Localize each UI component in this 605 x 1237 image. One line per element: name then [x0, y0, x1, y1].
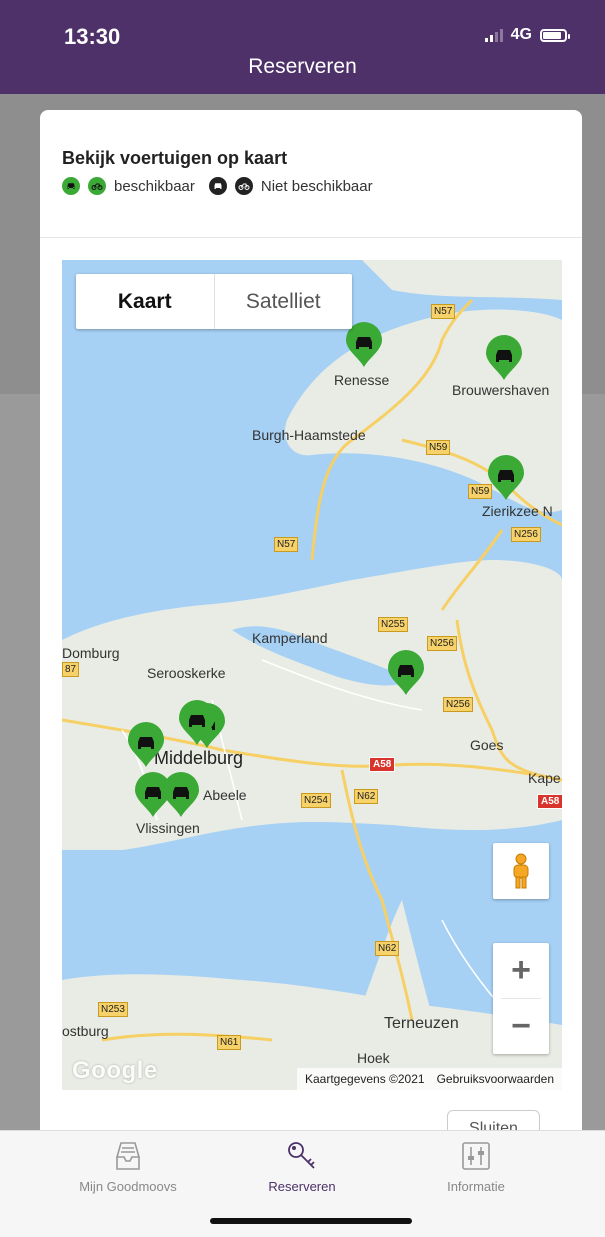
place-label: Goes — [470, 737, 504, 753]
tab-label: Mijn Goodmoovs — [79, 1179, 177, 1194]
map-attribution: Kaartgegevens ©2021 Gebruiksvoorwaarden — [296, 1068, 562, 1090]
road-shield: N256 — [443, 697, 473, 712]
vehicle-map[interactable]: Renesse Brouwershaven Burgh-Haamstede Zi… — [62, 260, 562, 1090]
modal-title: Bekijk voertuigen op kaart — [62, 148, 288, 168]
legend-available-label: beschikbaar — [114, 177, 195, 195]
place-label: Burgh-Haamstede — [252, 427, 366, 443]
zoom-in-button[interactable]: + — [493, 943, 549, 998]
inbox-icon — [115, 1142, 141, 1170]
vehicle-pin-car[interactable] — [487, 455, 525, 501]
place-label: ostburg — [62, 1023, 109, 1039]
place-label: Serooskerke — [147, 665, 226, 681]
road-shield: N62 — [354, 789, 379, 804]
road-shield: A58 — [369, 757, 396, 772]
place-label: Vlissingen — [136, 820, 200, 836]
road-shield: 87 — [62, 662, 80, 677]
road-shield: N62 — [375, 941, 400, 956]
map-modal: Bekijk voertuigen op kaart beschikbaar N… — [40, 110, 582, 1130]
legend: beschikbaar Niet beschikbaar — [62, 177, 379, 195]
road-shield: N61 — [217, 1035, 242, 1050]
place-label: Zierikzee N — [482, 503, 553, 519]
top-bar: 13:30 4G Reserveren — [0, 0, 605, 94]
battery-icon — [540, 28, 570, 42]
tab-label: Informatie — [447, 1179, 505, 1194]
place-label: Middelburg — [154, 748, 244, 768]
tab-label: Reserveren — [268, 1179, 336, 1194]
zoom-out-button[interactable]: − — [493, 999, 549, 1054]
road-shield: N57 — [431, 304, 456, 319]
road-shield: N256 — [427, 636, 457, 651]
map-type-satellite-button[interactable]: Satelliet — [213, 274, 353, 329]
road-shield: N59 — [426, 440, 451, 455]
place-label: Kamperland — [252, 630, 328, 646]
page-title: Reserveren — [248, 55, 357, 78]
google-logo: Google — [72, 1057, 158, 1084]
vehicle-pin-car[interactable] — [127, 722, 165, 768]
place-label: Brouwershaven — [452, 382, 550, 398]
car-available-icon — [62, 177, 80, 195]
sliders-icon — [462, 1142, 490, 1170]
bike-unavailable-icon — [234, 177, 253, 195]
place-label: Hoek — [357, 1050, 390, 1066]
tab-reserveren[interactable]: Reserveren — [222, 1141, 382, 1194]
car-unavailable-icon — [208, 177, 227, 195]
pegman-icon — [513, 853, 529, 889]
place-label: Terneuzen — [384, 1015, 459, 1032]
map-type-map-button[interactable]: Kaart — [76, 274, 214, 329]
bike-available-icon — [88, 177, 106, 195]
tab-informatie[interactable]: Informatie — [396, 1141, 556, 1194]
modal-header: Bekijk voertuigen op kaart beschikbaar N… — [40, 110, 582, 238]
zoom-control: + − — [493, 943, 549, 1054]
map-type-toggle: Kaart Satelliet — [76, 274, 352, 329]
road-shield: N255 — [378, 617, 408, 632]
home-indicator — [210, 1218, 412, 1224]
road-shield: N256 — [511, 527, 541, 542]
place-label: Renesse — [334, 372, 390, 388]
legend-unavailable-label: Niet beschikbaar — [260, 177, 373, 195]
signal-icon — [484, 28, 503, 42]
tab-mijn-goodmoovs[interactable]: Mijn Goodmoovs — [48, 1141, 208, 1194]
road-shield: N57 — [274, 537, 299, 552]
terms-link[interactable]: Gebruiksvoorwaarden — [437, 1072, 554, 1086]
road-shield: N254 — [301, 793, 331, 808]
key-icon — [288, 1142, 315, 1169]
status-indicators: 4G — [484, 26, 570, 44]
vehicle-pin-car[interactable] — [387, 650, 425, 696]
attribution-text: Kaartgegevens ©2021 — [304, 1072, 425, 1086]
vehicle-pin-car[interactable] — [178, 700, 216, 746]
road-shield: N253 — [98, 1002, 128, 1017]
network-label: 4G — [510, 26, 532, 43]
vehicle-pin-car[interactable] — [162, 772, 200, 818]
vehicle-pin-car[interactable] — [485, 335, 523, 381]
place-label: Abeele — [203, 787, 247, 803]
close-button[interactable]: Sluiten — [447, 1110, 540, 1130]
place-label: Kape — [528, 770, 561, 786]
street-view-button[interactable] — [493, 843, 549, 899]
place-label: Domburg — [62, 645, 120, 661]
road-shield: A58 — [537, 794, 562, 809]
status-time: 13:30 — [64, 24, 121, 49]
